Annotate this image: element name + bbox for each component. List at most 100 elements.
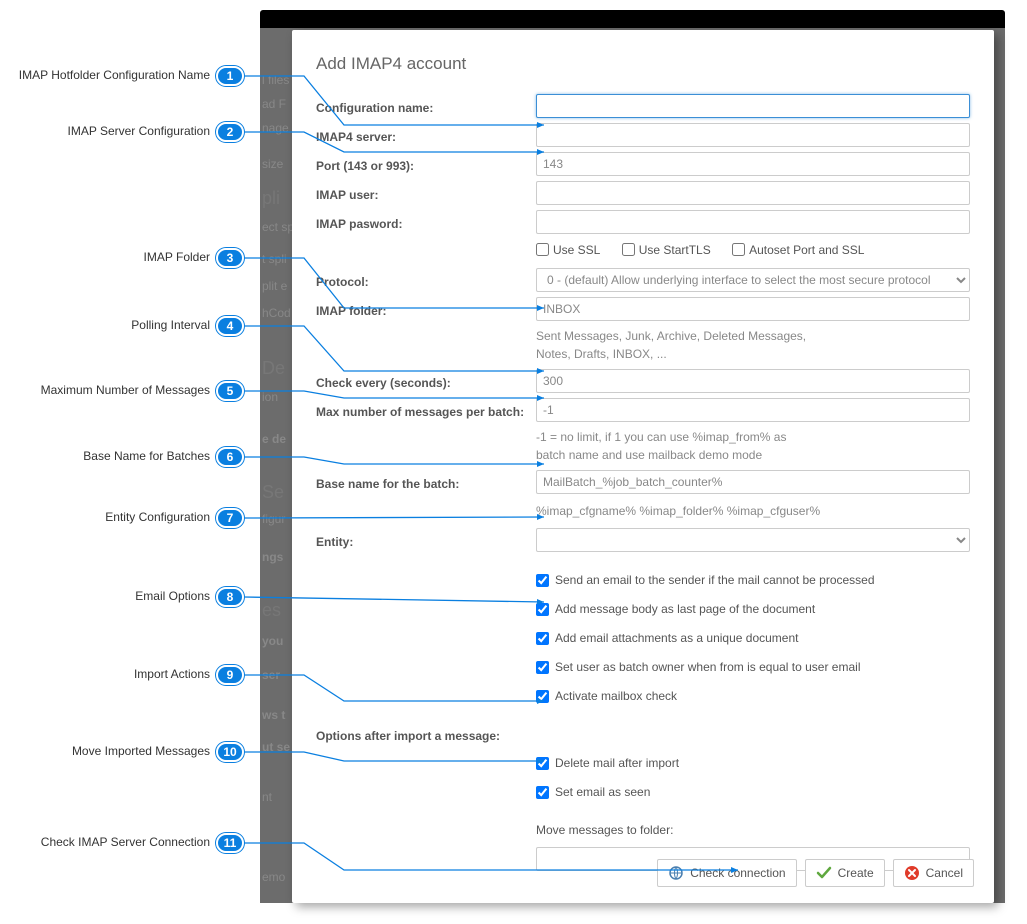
bg-text: nage <box>262 121 289 135</box>
annotation-badge: 8 <box>216 587 244 607</box>
imap-folder-input[interactable] <box>536 297 970 321</box>
bg-text: e de <box>262 432 286 446</box>
base-name-hint: %imap_cfgname% %imap_folder% %imap_cfgus… <box>536 500 970 522</box>
annotation-label: Entity Configuration <box>0 510 210 524</box>
annotation-badge: 9 <box>216 665 244 685</box>
max-msgs-hint: -1 = no limit, if 1 you can use %imap_fr… <box>536 426 970 466</box>
imap-server-input[interactable] <box>536 123 970 147</box>
max-msgs-input[interactable] <box>536 398 970 422</box>
port-input[interactable] <box>536 152 970 176</box>
bg-text: De <box>262 358 285 379</box>
set-seen-label: Set email as seen <box>555 785 650 799</box>
bg-text: l files <box>262 73 289 87</box>
bg-text: t spli <box>262 252 287 266</box>
annotation-label: Polling Interval <box>0 318 210 332</box>
annotation-label: Import Actions <box>0 667 210 681</box>
entity-select[interactable] <box>536 528 970 552</box>
bg-text: ad F <box>262 97 286 111</box>
imap-password-input[interactable] <box>536 210 970 234</box>
use-ssl-label: Use SSL <box>553 243 600 257</box>
annotation-badge: 5 <box>216 381 244 401</box>
attach-unique-checkbox[interactable] <box>536 632 549 645</box>
activate-label: Activate mailbox check <box>555 689 677 703</box>
window-banner <box>260 10 1005 28</box>
bg-text: ion <box>262 390 278 404</box>
annotation-badge: 10 <box>216 742 244 762</box>
annotation-badge: 6 <box>216 447 244 467</box>
send-fail-label: Send an email to the sender if the mail … <box>555 573 875 587</box>
server-label: IMAP4 server: <box>316 126 536 144</box>
bg-text: you <box>262 634 283 648</box>
bg-text: es <box>262 600 281 621</box>
add-body-checkbox[interactable] <box>536 603 549 616</box>
annotation-label: IMAP Hotfolder Configuration Name <box>0 68 210 82</box>
folder-label: IMAP folder: <box>316 300 536 318</box>
cancel-label: Cancel <box>926 866 963 880</box>
base-name-label: Base name for the batch: <box>316 473 536 491</box>
send-fail-checkbox[interactable] <box>536 574 549 587</box>
entity-label: Entity: <box>316 531 536 549</box>
autoset-label: Autoset Port and SSL <box>749 243 864 257</box>
max-msgs-label: Max number of messages per batch: <box>316 401 536 419</box>
dialog-title: Add IMAP4 account <box>292 30 994 80</box>
check-every-input[interactable] <box>536 369 970 393</box>
config-name-label: Configuration name: <box>316 97 536 115</box>
create-button[interactable]: Create <box>805 859 885 887</box>
annotation-label: IMAP Folder <box>0 250 210 264</box>
after-import-label: Options after import a message: <box>316 725 536 743</box>
bg-text: emo <box>262 870 285 884</box>
add-imap-account-dialog: Add IMAP4 account Configuration name: IM… <box>292 30 994 903</box>
set-seen-checkbox[interactable] <box>536 786 549 799</box>
imap-user-input[interactable] <box>536 181 970 205</box>
set-owner-checkbox[interactable] <box>536 661 549 674</box>
bg-text: ngs <box>262 550 283 564</box>
bg-text: plit e <box>262 279 287 293</box>
annotation-badge: 11 <box>216 833 244 853</box>
check-connection-button[interactable]: Check connection <box>657 859 796 887</box>
protocol-label: Protocol: <box>316 271 536 289</box>
check-every-label: Check every (seconds): <box>316 372 536 390</box>
bg-text: ut se <box>262 740 290 754</box>
folder-hint: Sent Messages, Junk, Archive, Deleted Me… <box>536 325 970 365</box>
use-starttls-label: Use StartTLS <box>639 243 711 257</box>
annotation-label: Move Imported Messages <box>0 744 210 758</box>
config-name-input[interactable] <box>536 94 970 118</box>
create-label: Create <box>838 866 874 880</box>
set-owner-label: Set user as batch owner when from is equ… <box>555 660 860 674</box>
cancel-button[interactable]: Cancel <box>893 859 974 887</box>
bg-text: nt <box>262 790 272 804</box>
move-folder-label: Move messages to folder: <box>536 823 970 837</box>
bg-text: pli <box>262 188 280 209</box>
annotation-badge: 1 <box>216 66 244 86</box>
password-label: IMAP pasword: <box>316 213 536 231</box>
bg-text: figur <box>262 512 285 526</box>
use-ssl-checkbox[interactable] <box>536 243 549 256</box>
annotation-label: Base Name for Batches <box>0 449 210 463</box>
user-label: IMAP user: <box>316 184 536 202</box>
annotation-label: Email Options <box>0 589 210 603</box>
check-connection-label: Check connection <box>690 866 785 880</box>
bg-text: ser <box>262 668 280 682</box>
activate-checkbox[interactable] <box>536 690 549 703</box>
annotation-label: Check IMAP Server Connection <box>0 835 210 849</box>
protocol-select[interactable]: 0 - (default) Allow underlying interface… <box>536 268 970 292</box>
bg-text: ws t <box>262 708 285 722</box>
bg-text: ect sp <box>262 220 294 234</box>
delete-mail-label: Delete mail after import <box>555 756 679 770</box>
use-starttls-checkbox[interactable] <box>622 243 635 256</box>
add-body-label: Add message body as last page of the doc… <box>555 602 815 616</box>
annotation-badge: 4 <box>216 316 244 336</box>
annotation-badge: 3 <box>216 248 244 268</box>
delete-mail-checkbox[interactable] <box>536 757 549 770</box>
blank-label <box>316 249 536 253</box>
autoset-checkbox[interactable] <box>732 243 745 256</box>
base-name-input[interactable] <box>536 470 970 494</box>
annotation-badge: 7 <box>216 508 244 528</box>
attach-unique-label: Add email attachments as a unique docume… <box>555 631 798 645</box>
bg-text: hCod <box>262 306 291 320</box>
globe-icon <box>668 865 684 881</box>
bg-text: Se <box>262 482 284 503</box>
port-label: Port (143 or 993): <box>316 155 536 173</box>
annotation-badge: 2 <box>216 122 244 142</box>
annotation-label: IMAP Server Configuration <box>0 124 210 138</box>
